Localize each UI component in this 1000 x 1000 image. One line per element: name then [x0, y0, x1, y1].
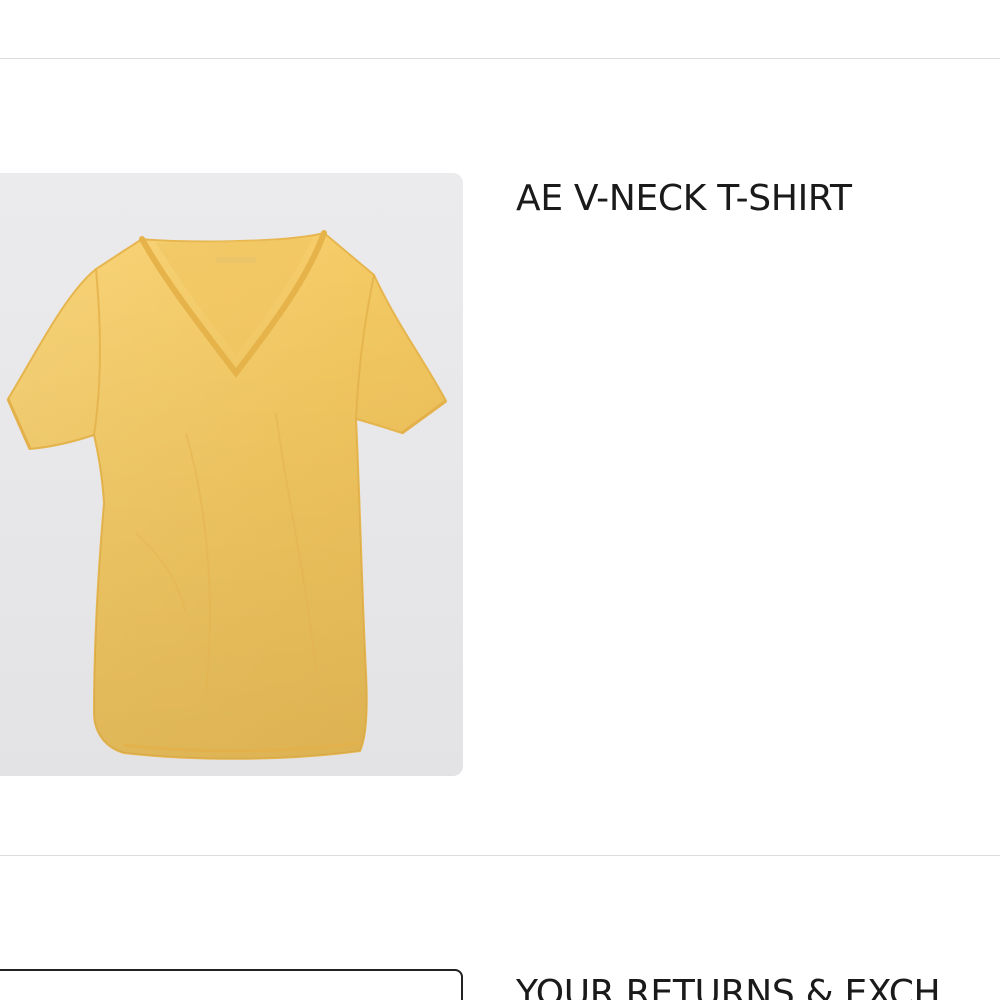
product-card[interactable]: AE V-NECK T-SHIRT: [0, 75, 1000, 835]
product-title[interactable]: AE V-NECK T-SHIRT: [516, 178, 852, 219]
product-image[interactable]: [0, 173, 463, 776]
returns-title[interactable]: YOUR RETURNS & EXCH: [516, 973, 941, 1000]
returns-panel[interactable]: [0, 969, 463, 1000]
page: AE V-NECK T-SHIRT YOUR RETURNS & EXCH: [0, 0, 1000, 1000]
returns-section[interactable]: YOUR RETURNS & EXCH: [0, 856, 1000, 1000]
tshirt-illustration: [6, 230, 448, 760]
top-divider: [0, 58, 1000, 59]
